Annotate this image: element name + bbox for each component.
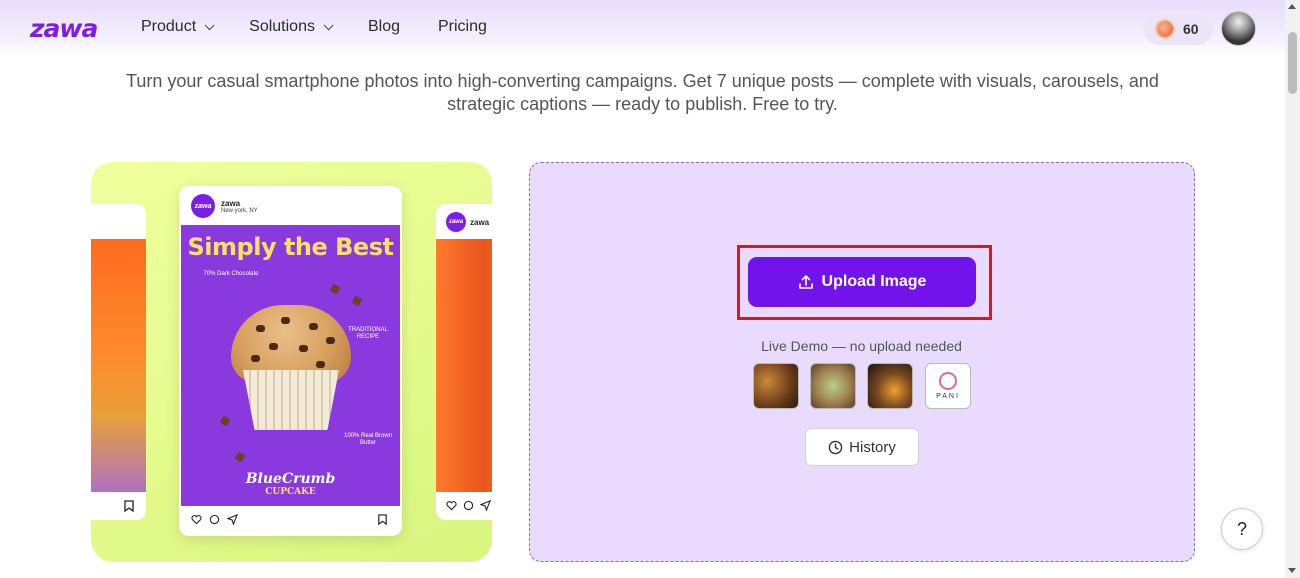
account-name: zawa [470,217,490,227]
note-dark-chocolate: 70% Dark Chocolate [203,271,259,277]
account-logo: zawa [446,212,466,232]
page: zawa Product Solutions Blog Pricing 60 T… [0,0,1300,578]
share-icon [480,500,491,511]
top-nav: zawa Product Solutions Blog Pricing 60 [0,0,1285,56]
user-avatar[interactable] [1221,11,1256,46]
nav-blog[interactable]: Blog [368,18,400,36]
coin-icon [1155,18,1175,39]
post-header: zawa zawa New york, NY [191,194,258,218]
nav-solutions-label: Solutions [249,18,315,35]
scroll-up-arrow-icon[interactable] [1288,4,1296,9]
bookmark-icon [378,514,387,525]
chevron-down-icon [204,19,215,30]
post-preview-carousel: zawa zawa zawa zawa New york, NY Simply … [91,162,492,562]
pani-logo-icon [939,372,957,390]
post-image: Simply the Best 70% Dark Chocolate TRADI… [181,225,400,506]
brand-logo: BlueCrumb CUPCAKE [181,471,400,499]
chevron-down-icon [323,19,334,30]
upload-dropzone[interactable] [529,162,1195,562]
preview-card-main: zawa zawa New york, NY Simply the Best 7… [179,186,402,536]
post-actions [446,500,491,511]
nav-solutions[interactable]: Solutions [249,18,334,36]
upload-icon [798,275,813,289]
main-nav: Product Solutions Blog Pricing [141,18,525,36]
post-header: zawa zawa [446,212,489,232]
scroll-down-arrow-icon[interactable] [1288,568,1296,573]
hero-subtitle: Turn your casual smartphone photos into … [126,71,1159,114]
account-logo: zawa [191,194,215,218]
nav-pricing[interactable]: Pricing [438,18,487,36]
share-icon [227,514,238,525]
scrollbar[interactable] [1285,0,1300,578]
comment-icon [463,500,474,511]
preview-card-prev [91,204,146,520]
brand-name: BlueCrumb [245,471,336,487]
credits-count: 60 [1183,20,1199,37]
heart-icon [446,501,457,511]
nav-product-label: Product [141,18,197,35]
demo-thumbnail-cafe[interactable] [867,363,913,409]
upload-image-label: Upload Image [821,273,927,290]
nav-pricing-label: Pricing [438,18,487,35]
account-location: New york, NY [221,207,258,214]
help-button[interactable]: ? [1221,508,1263,550]
demo-thumbnail-burger[interactable] [753,363,799,409]
post-image [91,239,146,492]
nav-blog-label: Blog [367,18,400,35]
bookmark-icon [124,500,134,512]
clock-icon [828,440,843,454]
note-brown-butter: 100% Real Brown Butter [343,433,393,446]
brand-sub: CUPCAKE [265,487,316,497]
logo[interactable]: zawa [30,14,98,43]
live-demo-label: Live Demo — no upload needed [761,338,962,354]
preview-card-next: zawa zawa [436,204,492,520]
muffin-cup [243,370,339,430]
demo-thumbnail-drinks[interactable] [810,363,856,409]
comment-icon [209,514,220,525]
note-traditional-recipe: TRADITIONAL RECIPE [348,327,388,340]
scrollbar-thumb[interactable] [1288,32,1297,94]
post-title: Simply the Best [187,233,394,261]
heart-icon [191,515,202,525]
post-image [436,239,492,492]
post-actions [191,514,238,525]
account-name: zawa [221,198,241,208]
history-button[interactable]: History [805,428,919,466]
nav-product[interactable]: Product [141,18,215,36]
history-label: History [849,438,896,456]
demo-thumbnail-pani[interactable]: PANI [925,363,971,409]
credits-badge[interactable]: 60 [1143,12,1213,45]
pani-logo-text: PANI [936,393,960,400]
upload-image-button[interactable]: Upload Image [748,257,976,307]
